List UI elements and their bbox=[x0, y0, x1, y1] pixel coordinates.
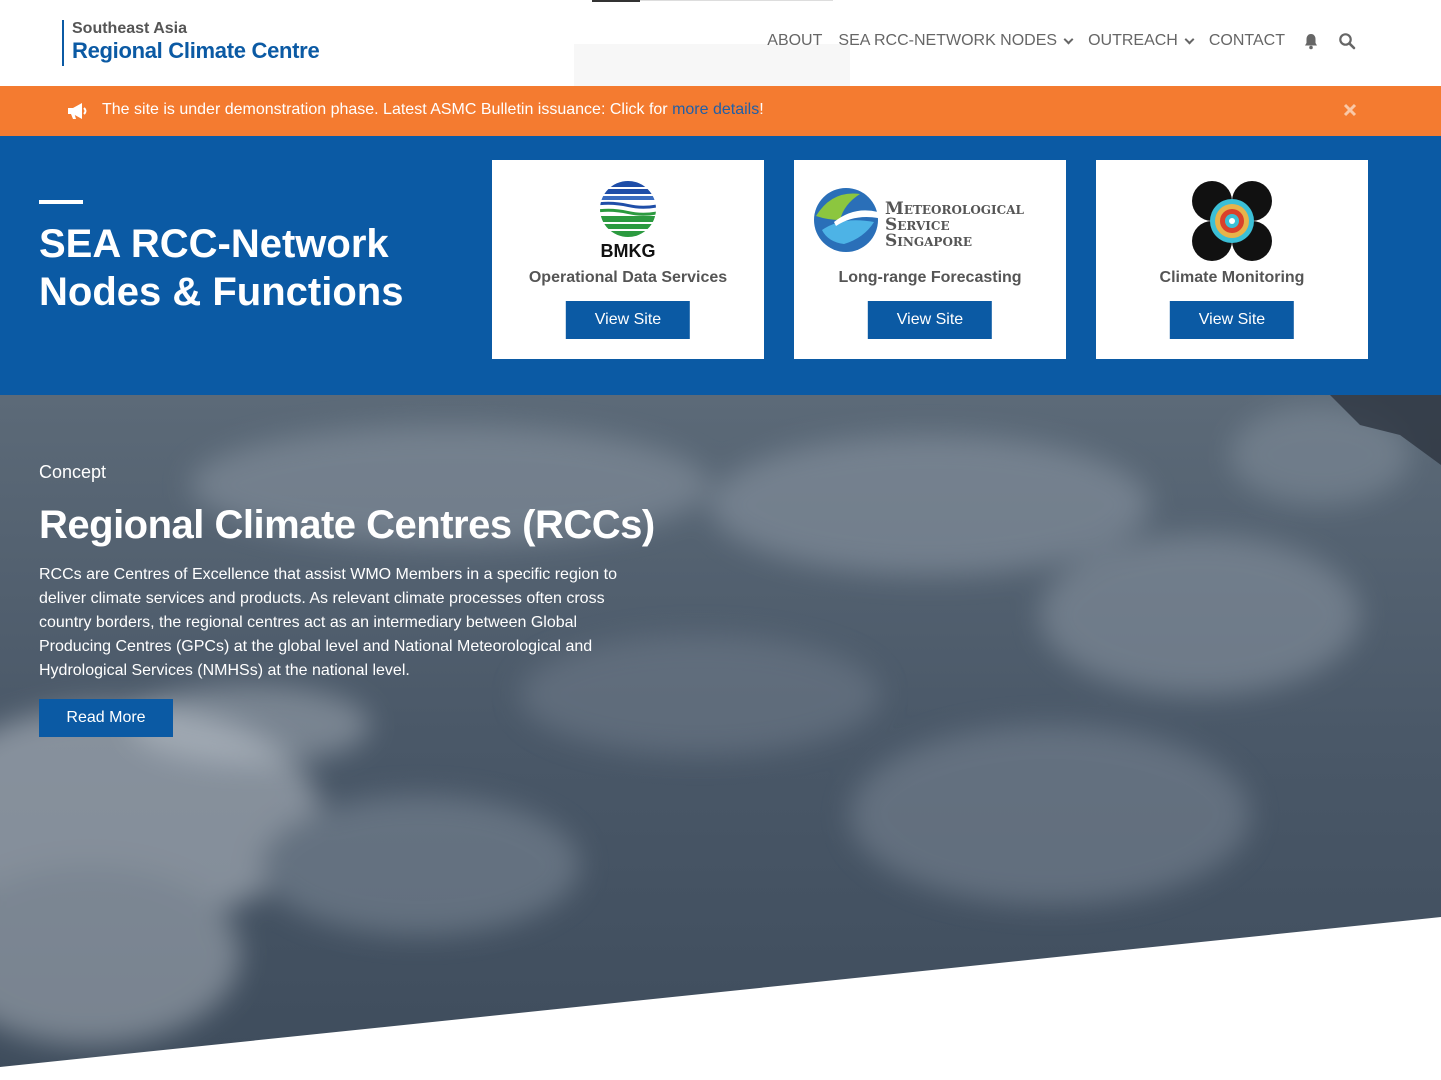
hero-eyebrow: Concept bbox=[39, 462, 107, 482]
view-site-button-bmkg[interactable]: View Site bbox=[565, 301, 691, 339]
read-more-button[interactable]: Read More bbox=[39, 699, 173, 737]
search-icon[interactable] bbox=[1337, 31, 1357, 51]
notice-suffix: ! bbox=[759, 101, 764, 118]
close-icon[interactable] bbox=[1341, 101, 1359, 119]
logo-subtitle: Southeast Asia bbox=[72, 20, 187, 37]
nav-about[interactable]: ABOUT bbox=[767, 32, 822, 50]
hero-description: RCCs are Centres of Excellence that assi… bbox=[39, 566, 617, 679]
section-accent-line bbox=[39, 200, 83, 204]
top-progress-track bbox=[640, 0, 833, 1]
hero-title: Regional Climate Centres (RCCs) bbox=[39, 503, 655, 547]
view-site-button-mss[interactable]: View Site bbox=[867, 301, 993, 339]
pagasa-logo bbox=[1096, 178, 1368, 264]
network-nodes-section: SEA RCC-Network Nodes & Functions BMKG O… bbox=[0, 136, 1441, 395]
bell-icon[interactable] bbox=[1301, 31, 1321, 51]
notice-text: The site is under demonstration phase. L… bbox=[102, 101, 673, 118]
bmkg-logo-text: BMKG bbox=[601, 241, 656, 261]
nav-network-nodes-label: SEA RCC-NETWORK NODES bbox=[838, 32, 1058, 49]
notice-bar: The site is under demonstration phase. L… bbox=[0, 86, 1441, 136]
nav-about-label: ABOUT bbox=[767, 32, 823, 49]
site-header: Southeast Asia Regional Climate Centre A… bbox=[0, 0, 1441, 86]
bmkg-logo: BMKG bbox=[492, 178, 764, 264]
notice-more-details-link[interactable]: more details bbox=[672, 101, 759, 118]
section-title-line1: SEA RCC-Network bbox=[39, 222, 389, 266]
logo-title: Regional Climate Centre bbox=[72, 38, 320, 63]
mss-logo-line3: Singapore bbox=[885, 231, 972, 251]
top-progress-mark bbox=[592, 0, 640, 2]
nav-outreach[interactable]: OUTREACH bbox=[1088, 32, 1195, 50]
node-card-label: Operational Data Services bbox=[528, 269, 728, 286]
chevron-down-icon bbox=[1184, 34, 1195, 44]
chevron-down-icon bbox=[1063, 34, 1074, 44]
nav-contact[interactable]: CONTACT bbox=[1209, 32, 1285, 50]
site-logo[interactable]: Southeast Asia Regional Climate Centre bbox=[62, 20, 320, 66]
node-card-mss: Meteorological Service Singapore Long-ra… bbox=[794, 160, 1066, 359]
node-card-bmkg: BMKG Operational Data Services View Site bbox=[492, 160, 764, 359]
earth-clouds-background bbox=[0, 395, 1441, 1080]
nav-contact-label: CONTACT bbox=[1208, 32, 1285, 49]
node-card-label: Long-range Forecasting bbox=[838, 269, 1022, 286]
mss-logo: Meteorological Service Singapore bbox=[794, 178, 1066, 264]
nav-network-nodes[interactable]: SEA RCC-NETWORK NODES bbox=[838, 32, 1074, 50]
view-site-button-pagasa[interactable]: View Site bbox=[1169, 301, 1295, 339]
node-card-pagasa: Climate Monitoring View Site bbox=[1096, 160, 1368, 359]
section-title-line2: Nodes & Functions bbox=[39, 270, 404, 314]
main-nav: ABOUT SEA RCC-NETWORK NODES OUTREACH CON… bbox=[767, 30, 1357, 52]
megaphone-icon bbox=[66, 102, 88, 120]
notice-message: The site is under demonstration phase. L… bbox=[102, 101, 764, 119]
nav-outreach-label: OUTREACH bbox=[1088, 32, 1178, 49]
section-title: SEA RCC-Network Nodes & Functions bbox=[39, 220, 459, 316]
node-card-label: Climate Monitoring bbox=[1159, 269, 1305, 286]
concept-hero: Concept Regional Climate Centres (RCCs) … bbox=[0, 395, 1441, 1080]
